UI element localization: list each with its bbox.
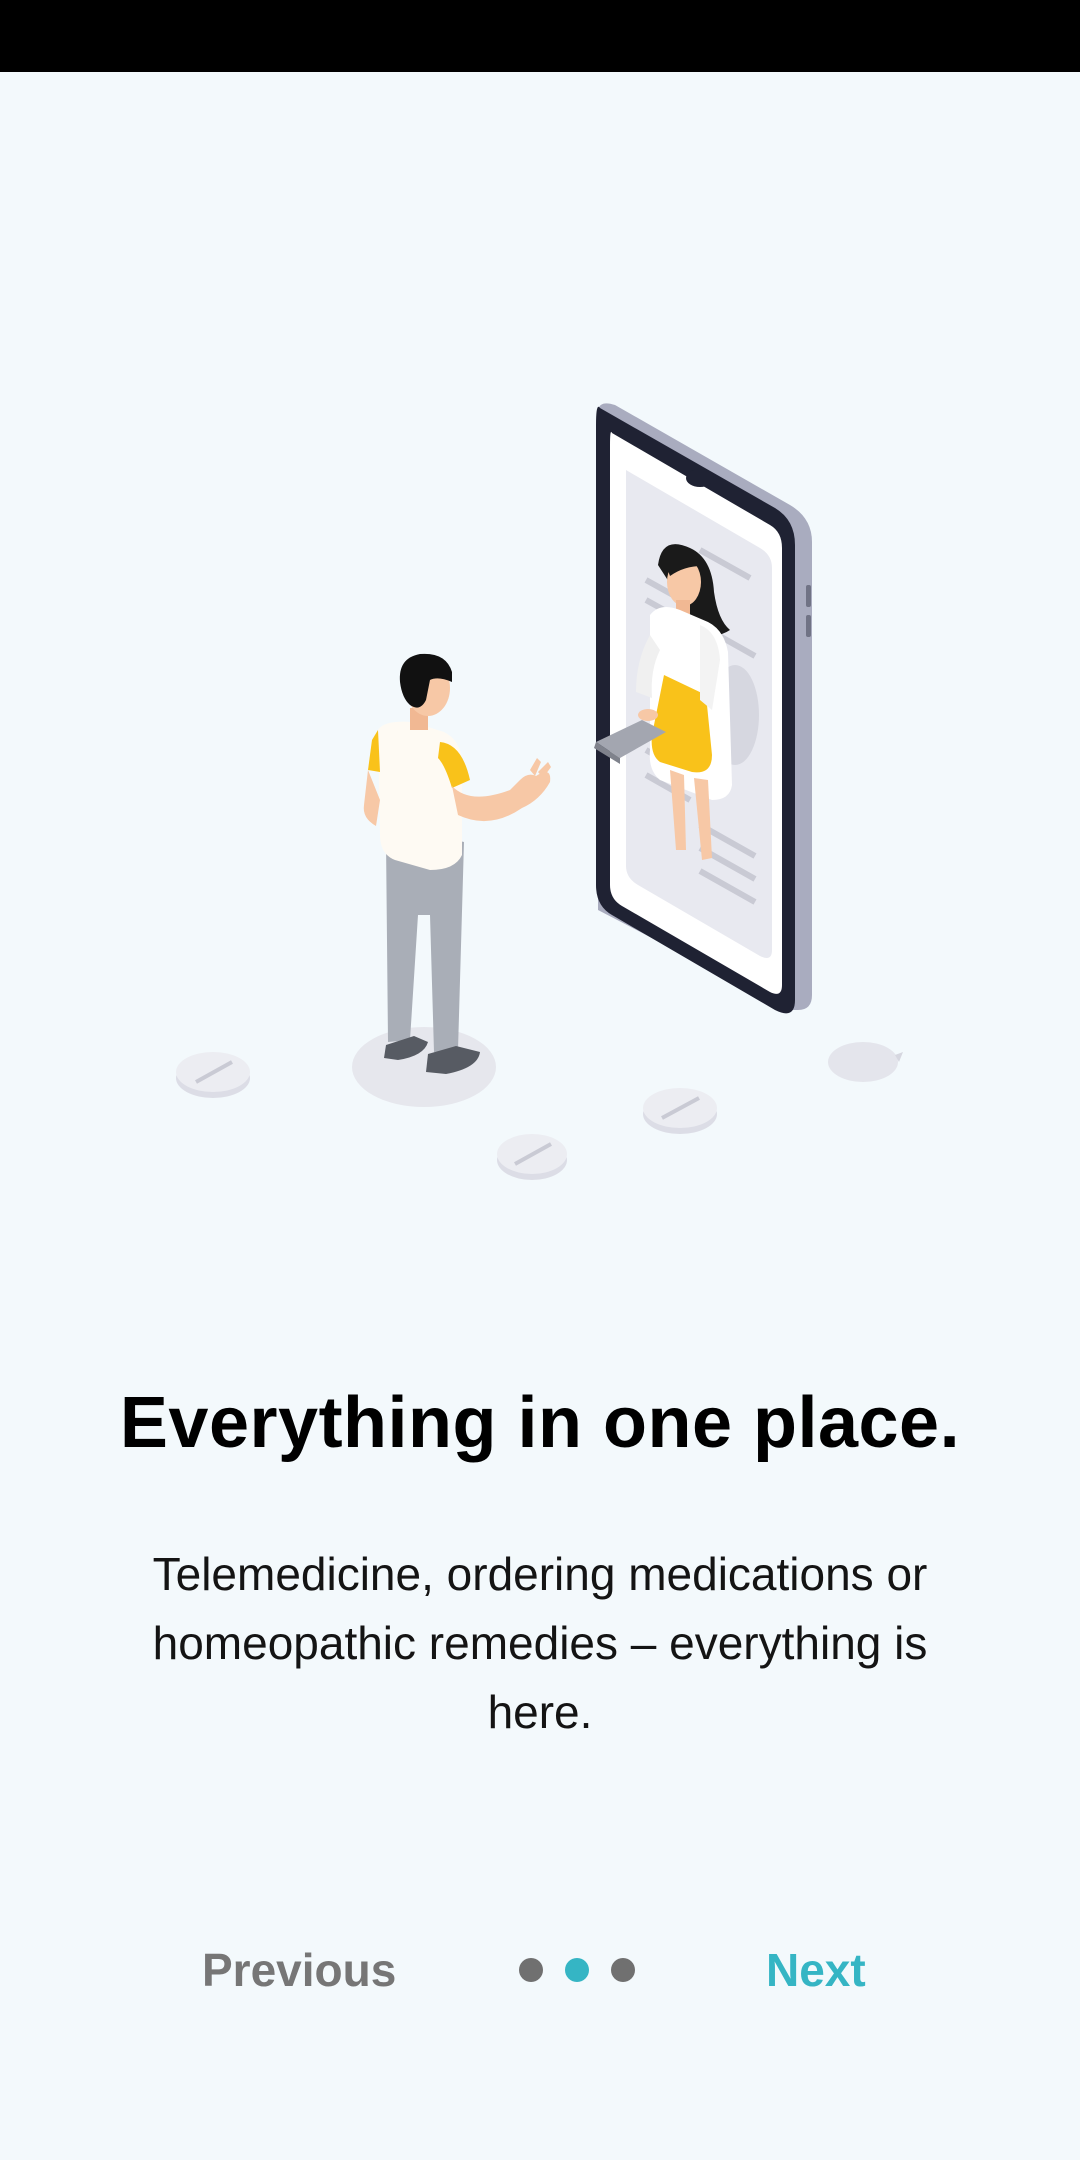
onboarding-description: Telemedicine, ordering medications or ho… bbox=[152, 1548, 928, 1738]
pill-icon bbox=[497, 1134, 567, 1180]
onboarding-navigation: Previous Next bbox=[0, 1930, 1080, 2010]
telemedicine-illustration bbox=[0, 330, 1080, 1230]
next-button[interactable]: Next bbox=[766, 1930, 866, 2010]
patient-icon bbox=[363, 653, 551, 1074]
page-dot-active[interactable] bbox=[565, 1958, 589, 1982]
previous-button[interactable]: Previous bbox=[202, 1930, 396, 2010]
page-indicator bbox=[519, 1958, 635, 1982]
page-dot[interactable] bbox=[519, 1958, 543, 1982]
pill-icon bbox=[828, 1042, 903, 1082]
onboarding-title: Everything in one place. bbox=[119, 1383, 961, 1463]
status-bar bbox=[0, 0, 1080, 72]
pill-icon bbox=[176, 1052, 250, 1098]
page-dot[interactable] bbox=[611, 1958, 635, 1982]
pill-icon bbox=[643, 1088, 717, 1134]
